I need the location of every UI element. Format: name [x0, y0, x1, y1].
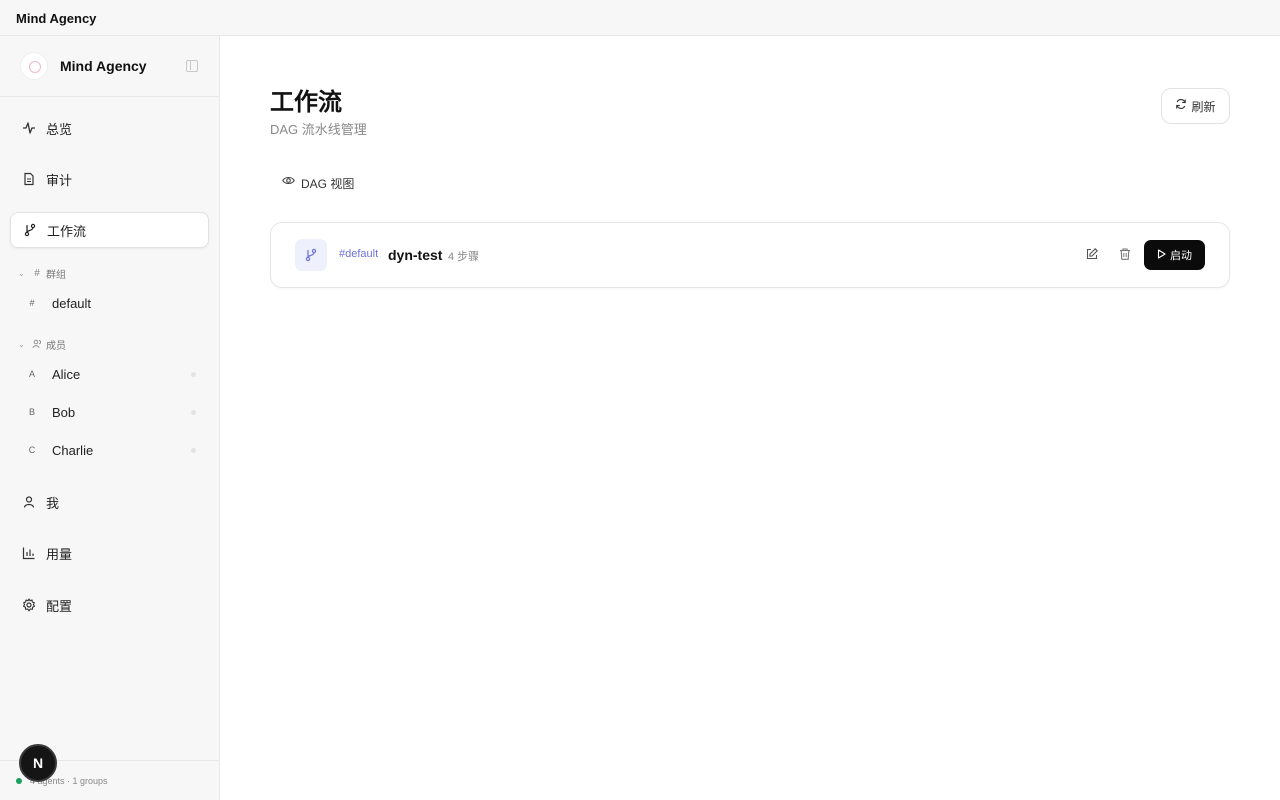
- sidebar-item-config[interactable]: 配置: [10, 587, 209, 623]
- group-item-default[interactable]: # default: [20, 289, 200, 317]
- main-content: 工作流 DAG 流水线管理 刷新 DAG 视图 #default dyn-tes…: [220, 36, 1280, 800]
- presence-dot: [191, 410, 196, 415]
- activity-icon: [22, 121, 36, 135]
- member-label: Alice: [52, 366, 81, 382]
- workflow-card[interactable]: #default dyn-test 4 步骤 启动: [270, 222, 1230, 288]
- sidebar-item-label: 总览: [46, 121, 73, 137]
- workflow-name: dyn-test: [388, 247, 443, 263]
- trash-icon[interactable]: [1118, 247, 1132, 261]
- group-hash-icon: #: [29, 298, 35, 308]
- brand-name: Mind Agency: [60, 58, 147, 74]
- workflow-branch-icon: [295, 239, 327, 271]
- user-avatar[interactable]: N: [19, 744, 57, 782]
- brand-logo: [20, 52, 48, 80]
- gear-icon: [22, 598, 36, 612]
- member-avatar: B: [28, 407, 35, 417]
- play-icon: [1157, 246, 1166, 264]
- sidebar-item-me[interactable]: 我: [10, 484, 209, 520]
- users-icon: [32, 339, 42, 349]
- groups-section-label: 群组: [46, 269, 66, 281]
- sidebar-item-label: 工作流: [47, 223, 87, 239]
- hash-icon: #: [34, 267, 40, 279]
- page-subtitle: DAG 流水线管理: [270, 122, 367, 137]
- page-title: 工作流: [270, 89, 342, 116]
- git-branch-icon: [23, 223, 37, 237]
- sidebar-item-usage[interactable]: 用量: [10, 535, 209, 571]
- sidebar-item-label: 审计: [46, 172, 73, 188]
- online-status-dot: [16, 778, 22, 784]
- workflow-steps-count: 4 步骤: [448, 251, 480, 263]
- group-label: default: [52, 295, 92, 311]
- document-icon: [22, 172, 36, 186]
- presence-dot: [191, 448, 196, 453]
- member-avatar: C: [28, 445, 36, 455]
- sidebar: Mind Agency 总览 审计 工作流 ⌄ # 群组 # default ⌄…: [0, 36, 220, 800]
- chevron-down-icon: ⌄: [18, 339, 25, 349]
- sidebar-collapse-icon[interactable]: [186, 60, 198, 72]
- groups-section-header[interactable]: ⌄ # 群组: [18, 265, 66, 281]
- members-section-label: 成员: [46, 340, 66, 352]
- members-section-header[interactable]: ⌄ 成员: [18, 336, 66, 352]
- bar-chart-icon: [22, 546, 36, 560]
- dag-view-toggle[interactable]: DAG 视图: [282, 174, 354, 192]
- member-item-charlie[interactable]: C Charlie: [20, 436, 200, 464]
- refresh-button[interactable]: 刷新: [1161, 88, 1230, 124]
- workflow-group-tag: #default: [339, 248, 379, 260]
- member-item-alice[interactable]: A Alice: [20, 360, 200, 388]
- chevron-down-icon: ⌄: [18, 268, 25, 278]
- presence-dot: [191, 372, 196, 377]
- sidebar-item-label: 用量: [46, 546, 73, 562]
- sidebar-item-label: 我: [46, 495, 60, 511]
- edit-icon[interactable]: [1085, 247, 1099, 261]
- sidebar-item-audit[interactable]: 审计: [10, 161, 209, 197]
- window-title: Mind Agency: [16, 11, 97, 26]
- member-label: Bob: [52, 404, 76, 420]
- title-bar: Mind Agency: [0, 0, 1280, 36]
- member-label: Charlie: [52, 442, 94, 458]
- sidebar-item-label: 配置: [46, 598, 73, 614]
- sidebar-item-workflow[interactable]: 工作流: [10, 212, 209, 248]
- start-label: 启动: [1170, 250, 1192, 262]
- member-avatar: A: [28, 369, 35, 379]
- refresh-label: 刷新: [1191, 99, 1216, 114]
- dag-view-label: DAG 视图: [301, 176, 355, 191]
- eye-icon: [282, 174, 295, 192]
- user-icon: [22, 495, 36, 509]
- member-item-bob[interactable]: B Bob: [20, 398, 200, 426]
- sidebar-item-overview[interactable]: 总览: [10, 110, 209, 146]
- brand-header: Mind Agency: [0, 36, 219, 97]
- start-workflow-button[interactable]: 启动: [1144, 240, 1205, 270]
- refresh-icon: [1175, 97, 1187, 115]
